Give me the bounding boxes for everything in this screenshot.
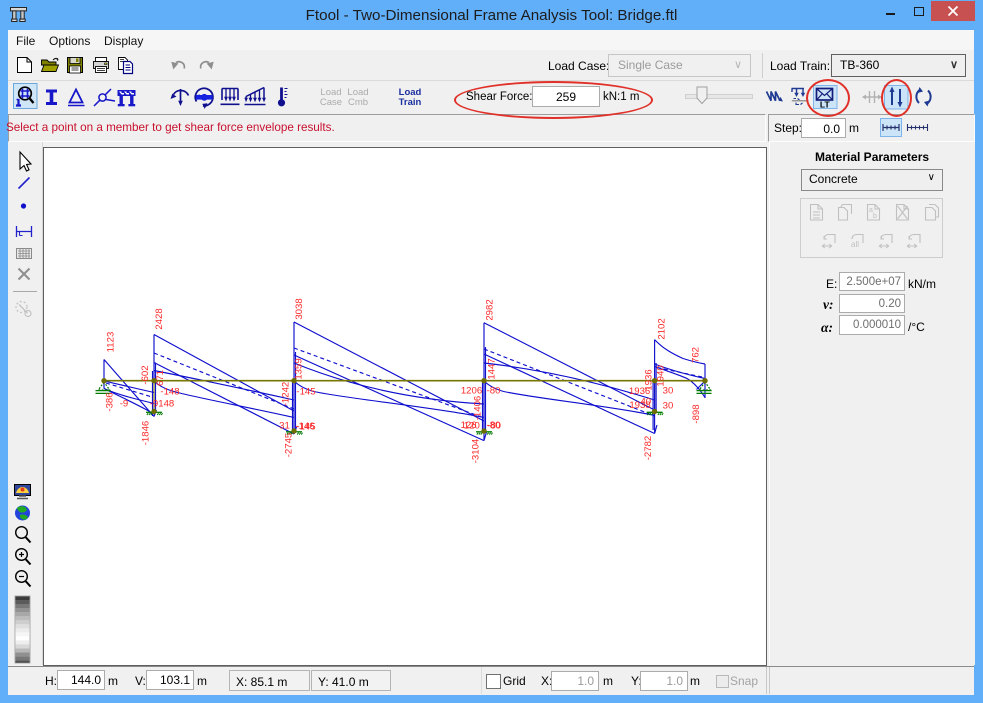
svg-text:120: 120 bbox=[464, 420, 480, 431]
svg-text:-1242: -1242 bbox=[281, 382, 292, 407]
svg-text:-898: -898 bbox=[691, 404, 702, 423]
svg-text:30: 30 bbox=[663, 386, 674, 397]
svg-text:30: 30 bbox=[663, 401, 674, 412]
svg-text:762: 762 bbox=[691, 347, 702, 363]
svg-text:-9: -9 bbox=[120, 399, 129, 410]
svg-text:671: 671 bbox=[155, 370, 166, 386]
svg-text:3038: 3038 bbox=[294, 298, 305, 319]
svg-text:-2782: -2782 bbox=[643, 436, 654, 461]
svg-text:-9148: -9148 bbox=[150, 399, 175, 410]
svg-text:Cmb: Cmb bbox=[348, 97, 368, 108]
svg-text:40: 40 bbox=[640, 397, 651, 408]
svg-text:2102: 2102 bbox=[657, 318, 668, 339]
svg-text:-3104: -3104 bbox=[471, 438, 482, 463]
svg-text:b: b bbox=[873, 213, 877, 220]
svg-text:-148: -148 bbox=[160, 387, 179, 398]
svg-text:-1846: -1846 bbox=[141, 421, 152, 446]
svg-text:-386: -386 bbox=[105, 392, 116, 411]
svg-text:all: all bbox=[851, 240, 859, 249]
svg-text:31: 31 bbox=[279, 421, 290, 432]
svg-text:2982: 2982 bbox=[485, 299, 496, 320]
svg-text:1206: 1206 bbox=[461, 386, 482, 397]
svg-text:1447: 1447 bbox=[487, 358, 498, 379]
svg-text:-145: -145 bbox=[296, 387, 315, 398]
svg-text:-2745: -2745 bbox=[284, 433, 295, 458]
svg-text:1936: 1936 bbox=[629, 386, 650, 397]
svg-text:-80: -80 bbox=[487, 386, 501, 397]
svg-text:1359: 1359 bbox=[294, 358, 305, 379]
svg-text:-146: -146 bbox=[295, 421, 314, 432]
svg-text:-602: -602 bbox=[140, 365, 151, 384]
svg-text:-80: -80 bbox=[487, 420, 501, 431]
svg-text:1123: 1123 bbox=[106, 332, 117, 353]
svg-text:2428: 2428 bbox=[154, 308, 165, 329]
svg-text:-1406: -1406 bbox=[473, 396, 484, 421]
svg-text:Case: Case bbox=[320, 97, 342, 108]
svg-text:1940: 1940 bbox=[656, 365, 667, 386]
svg-text:Train: Train bbox=[399, 97, 422, 108]
